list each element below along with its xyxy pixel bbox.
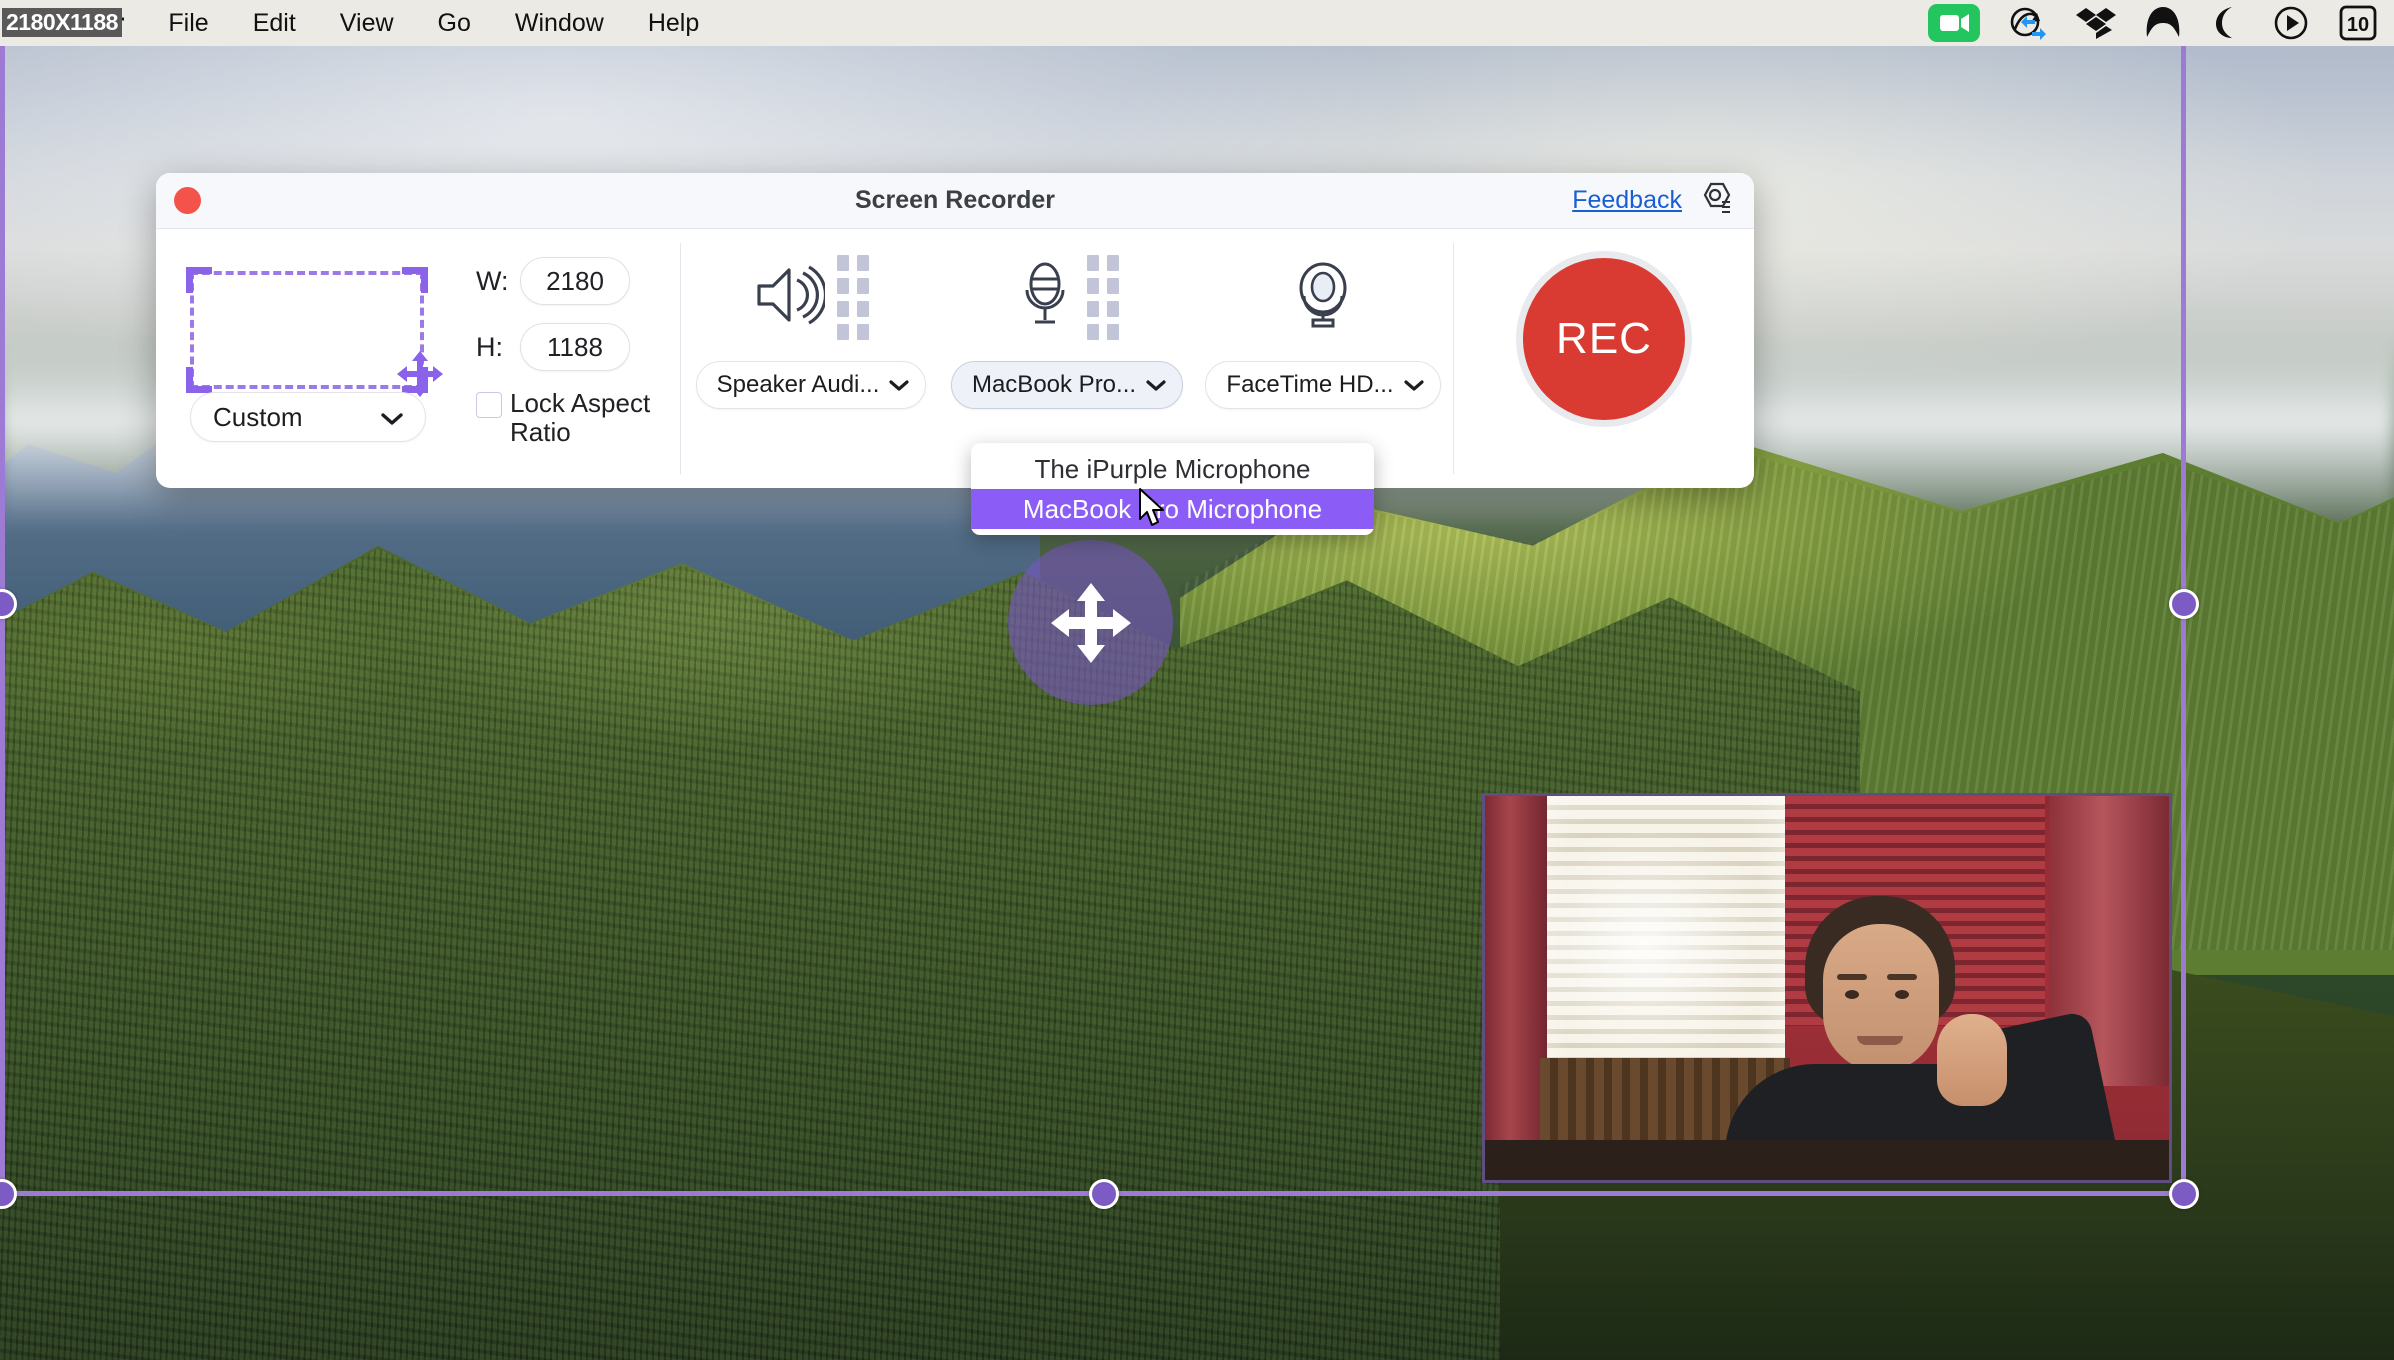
speaker-audio-value: Speaker Audi... [716,371,880,398]
calendar-icon[interactable]: 10 [2338,4,2378,42]
screen-recording-icon[interactable] [1928,4,1980,42]
width-input[interactable] [520,257,630,305]
capture-size-badge: 2180X1188 [2,8,122,37]
lock-aspect-label: Lock Aspect Ratio [510,388,651,448]
screen-recorder-window: Screen Recorder Feedback W: 2180 H: 1188… [156,173,1754,488]
svg-text:10: 10 [2347,14,2369,36]
crop-corner-top-right [402,267,428,293]
menu-window[interactable]: Window [493,0,626,46]
webcam-desk [1485,1140,2169,1180]
webcam-left-curtain [1485,796,1547,1180]
speaker-column: Speaker Audi... [683,254,939,409]
mouse-pointer [1138,487,1168,536]
audio-level-meter [837,254,869,340]
control-center-icon[interactable] [2272,4,2310,42]
menu-edit[interactable]: Edit [231,0,318,46]
lock-aspect-checkbox[interactable] [476,392,502,418]
record-panel: REC [1454,229,1754,488]
chevron-down-icon [381,402,403,433]
sync-arrows-icon[interactable] [2008,5,2048,41]
width-label: W: [476,265,509,296]
crop-dashed-rect [190,271,424,389]
webcam-person-face [1823,924,1939,1072]
speaker-icon-row [753,254,869,340]
camera-column: FaceTime HD... [1195,255,1451,409]
size-fields: W: H: Lock Aspect Ratio [476,257,680,488]
microphone-value: MacBook Pro... [971,371,1137,398]
microphone-icon-row [1015,254,1119,340]
microphone-select[interactable]: MacBook Pro... [950,361,1184,409]
size-preset-select[interactable]: Custom [190,392,426,442]
microphone-dropdown-menu[interactable]: The iPurple Microphone MacBook Pro Micro… [971,443,1374,535]
crop-corner-top-left [186,267,212,293]
page-title: Screen Recorder [854,186,1056,214]
do-not-disturb-moon-icon[interactable] [2210,5,2244,41]
menu-help[interactable]: Help [626,0,721,46]
width-row: W: [476,257,680,305]
lock-aspect-row: Lock Aspect Ratio [476,388,680,448]
camera-value: FaceTime HD... [1226,371,1394,398]
webcam-person-brow-left [1837,974,1867,980]
chevron-down-icon [1146,371,1166,399]
webcam-person-eye-right [1895,990,1909,999]
size-preset-value: Custom [213,401,303,432]
device-columns: Speaker Audi... MacBook Pro... FaceTime … [681,254,1453,409]
webcam-person-hand [1937,1014,2007,1106]
capture-size-panel: W: H: Lock Aspect Ratio Custom [156,229,680,488]
speaker-volume-icon[interactable] [753,262,828,333]
move-arrows-icon [1050,582,1131,663]
menubar-status-tray: 10 [1928,0,2394,46]
recorder-body: W: H: Lock Aspect Ratio Custom [156,229,1754,488]
menu-file[interactable]: File [146,0,230,46]
webcam-scene [1485,796,2169,1180]
menu-item-macbook-pro-microphone[interactable]: MacBook Pro Microphone [971,489,1374,529]
menu-view[interactable]: View [318,0,416,46]
height-input[interactable] [520,323,630,371]
dropbox-icon[interactable] [2076,5,2116,41]
chevron-down-icon [889,371,909,399]
microphone-column: MacBook Pro... [939,254,1195,409]
chevron-down-icon [1403,371,1424,399]
camera-icon-row [1291,255,1355,339]
height-label: H: [476,331,503,362]
macos-menubar:  Finder File Edit View Go Window Help [0,0,2394,46]
speaker-audio-select[interactable]: Speaker Audi... [695,361,927,409]
record-button[interactable]: REC [1516,251,1692,427]
microphone-icon[interactable] [1015,260,1075,335]
mic-level-meter [1087,254,1119,340]
move-crop-handle[interactable] [1008,540,1173,705]
webcam-person-mouth [1857,1036,1903,1045]
recorder-titlebar: Screen Recorder Feedback [156,173,1754,229]
crop-corner-bottom-left [186,367,212,393]
malwarebytes-icon[interactable] [2144,5,2182,41]
menu-item-ipurple-microphone[interactable]: The iPurple Microphone [971,449,1374,489]
menu-go[interactable]: Go [416,0,493,46]
webcam-preview[interactable] [1482,793,2172,1183]
webcam-person-eye-left [1845,990,1859,999]
camera-select[interactable]: FaceTime HD... [1205,361,1441,409]
crop-region-preview[interactable] [186,267,443,397]
webcam-icon[interactable] [1291,260,1355,335]
height-row: H: [476,323,680,371]
webcam-person-brow-right [1887,974,1917,980]
